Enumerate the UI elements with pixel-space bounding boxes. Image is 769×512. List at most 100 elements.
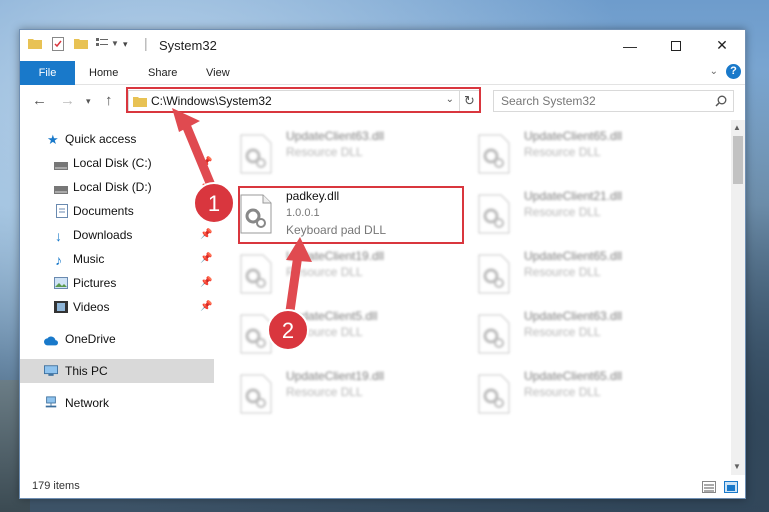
- pin-icon[interactable]: 📌: [200, 223, 212, 247]
- vertical-scrollbar[interactable]: ▲ ▼: [731, 120, 745, 475]
- scroll-thumb[interactable]: [733, 136, 743, 184]
- file-name: UpdateClient65.dll: [524, 129, 623, 143]
- new-folder-button[interactable]: [74, 37, 88, 49]
- sidebar-item-local-disk-c[interactable]: Local Disk (C:) 📌: [20, 151, 214, 175]
- ribbon-tabs: File Home Share View ⌄ ?: [20, 61, 745, 85]
- file-name: UpdateClient65.dll: [524, 249, 623, 263]
- sidebar-item-label: OneDrive: [65, 332, 116, 346]
- back-arrow-icon[interactable]: ←: [32, 92, 47, 109]
- pin-icon[interactable]: 📌: [200, 247, 212, 271]
- window-title: System32: [159, 38, 217, 53]
- properties-button[interactable]: [52, 37, 64, 51]
- sidebar-item-local-disk-d[interactable]: Local Disk (D:) 📌: [20, 175, 214, 199]
- sidebar-item-videos[interactable]: Videos 📌: [20, 295, 214, 319]
- pictures-icon: [54, 277, 68, 289]
- list-item[interactable]: UpdateClient19.dll Resource DLL: [222, 366, 442, 422]
- drive-icon: [54, 162, 68, 170]
- pin-icon[interactable]: 📌: [200, 151, 212, 175]
- tab-file[interactable]: File: [20, 61, 75, 85]
- sidebar-item-pictures[interactable]: Pictures 📌: [20, 271, 214, 295]
- sidebar-item-label: Music: [73, 252, 105, 266]
- new-folder-icon: [74, 39, 88, 49]
- title-separator: |: [144, 35, 148, 51]
- file-description: Resource DLL: [286, 325, 363, 339]
- forward-arrow-icon[interactable]: →: [60, 92, 75, 109]
- list-item[interactable]: UpdateClient5.dll Resource DLL: [222, 306, 442, 362]
- list-item[interactable]: UpdateClient63.dll Resource DLL: [222, 126, 442, 182]
- close-button[interactable]: ✕: [699, 30, 745, 61]
- search-box[interactable]: Search System32: [493, 90, 734, 112]
- file-explorer-window: ▼ ▾ | System32 — ✕ File Home Share View …: [19, 29, 746, 499]
- sidebar-item-label: Pictures: [73, 276, 117, 290]
- sidebar-item-documents[interactable]: Documents 📌: [20, 199, 214, 223]
- sidebar-item-label: Downloads: [73, 228, 133, 242]
- sidebar-item-this-pc[interactable]: This PC: [20, 359, 214, 383]
- dll-file-icon: [240, 314, 272, 354]
- status-bar: 179 items: [20, 476, 745, 498]
- file-description: Resource DLL: [524, 325, 601, 339]
- toolbar-dropdown-button[interactable]: ▾: [123, 39, 128, 50]
- pin-icon[interactable]: 📌: [200, 295, 212, 319]
- sidebar-item-label: Local Disk (C:): [73, 156, 152, 170]
- sidebar-item-network[interactable]: Network: [20, 391, 214, 415]
- videos-icon: [54, 301, 68, 313]
- list-item[interactable]: UpdateClient65.dll Resource DLL: [460, 246, 680, 302]
- details-view-button[interactable]: [702, 481, 716, 493]
- list-item[interactable]: UpdateClient65.dll Resource DLL: [460, 366, 680, 422]
- pin-icon[interactable]: 📌: [200, 199, 212, 223]
- sidebar-item-label: Documents: [73, 204, 134, 218]
- file-description: Resource DLL: [286, 385, 363, 399]
- scroll-up-icon[interactable]: ▲: [733, 123, 741, 132]
- help-icon[interactable]: ?: [726, 64, 741, 79]
- title-bar: ▼ ▾ | System32 — ✕: [20, 30, 745, 61]
- large-icons-view-icon: [727, 485, 735, 491]
- list-item[interactable]: UpdateClient21.dll Resource DLL: [460, 186, 680, 242]
- sidebar-item-quick-access[interactable]: ★ Quick access: [20, 127, 214, 151]
- sidebar-item-label: This PC: [65, 364, 108, 378]
- tab-home[interactable]: Home: [75, 61, 132, 85]
- item-count: 179 items: [32, 480, 80, 492]
- scroll-down-icon[interactable]: ▼: [733, 462, 741, 471]
- dll-file-icon: [240, 254, 272, 294]
- sidebar-item-music[interactable]: ♪ Music 📌: [20, 247, 214, 271]
- file-name: UpdateClient19.dll: [286, 249, 385, 263]
- sidebar-item-label: Local Disk (D:): [73, 180, 152, 194]
- dll-file-icon: [478, 134, 510, 174]
- file-description: Resource DLL: [286, 265, 363, 279]
- recent-locations-icon[interactable]: ▾: [86, 96, 91, 107]
- list-item[interactable]: UpdateClient63.dll Resource DLL: [460, 306, 680, 362]
- file-description: Resource DLL: [286, 145, 363, 159]
- music-icon: ♪: [55, 252, 62, 268]
- address-bar-highlight: [126, 87, 481, 113]
- list-item[interactable]: UpdateClient65.dll Resource DLL: [460, 126, 680, 182]
- large-icons-view-button[interactable]: [724, 481, 738, 493]
- properties-icon: [52, 37, 64, 51]
- sidebar-item-downloads[interactable]: ↓ Downloads 📌: [20, 223, 214, 247]
- dll-file-icon: [478, 254, 510, 294]
- download-icon: ↓: [55, 228, 62, 244]
- list-item[interactable]: UpdateClient19.dll Resource DLL: [222, 246, 442, 302]
- sidebar-item-label: Videos: [73, 300, 110, 314]
- maximize-button[interactable]: [653, 30, 699, 61]
- minimize-button[interactable]: —: [607, 30, 653, 61]
- dll-file-icon: [240, 134, 272, 174]
- file-name: UpdateClient21.dll: [524, 189, 623, 203]
- sidebar-item-onedrive[interactable]: OneDrive: [20, 327, 214, 351]
- folder-icon[interactable]: [28, 37, 42, 49]
- tab-view[interactable]: View: [192, 61, 244, 85]
- details-view-icon: [704, 484, 714, 492]
- customize-toolbar-button[interactable]: ▼: [96, 37, 119, 49]
- dll-file-icon: [240, 374, 272, 414]
- sidebar-item-label: Network: [65, 396, 110, 410]
- tab-share[interactable]: Share: [134, 61, 191, 85]
- ribbon-right-controls: ⌄ ?: [710, 64, 741, 79]
- file-list: UpdateClient63.dll Resource DLL UpdateCl…: [222, 120, 730, 470]
- search-icon: [715, 95, 727, 107]
- file-description: Resource DLL: [524, 205, 601, 219]
- up-arrow-icon[interactable]: ↑: [105, 92, 113, 109]
- cloud-icon: [44, 336, 58, 346]
- file-name: UpdateClient19.dll: [286, 369, 385, 383]
- pin-icon[interactable]: 📌: [200, 271, 212, 295]
- expand-ribbon-icon[interactable]: ⌄: [710, 66, 718, 77]
- pin-icon[interactable]: 📌: [200, 175, 212, 199]
